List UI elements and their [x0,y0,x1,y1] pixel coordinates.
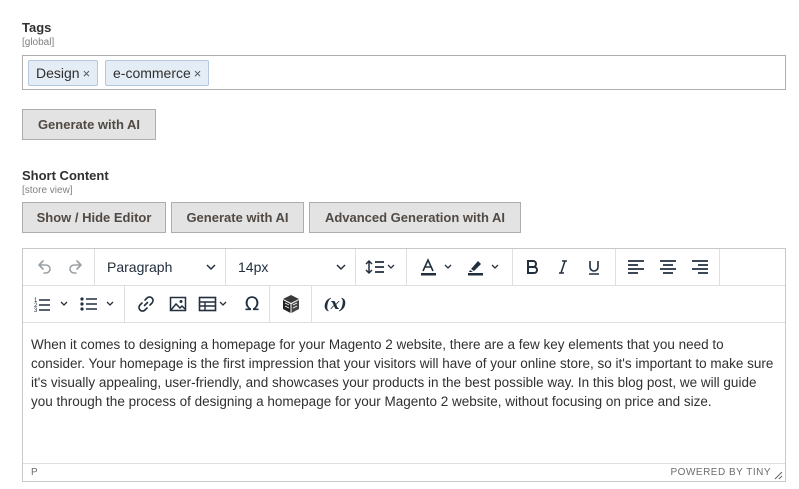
resize-handle-icon[interactable] [774,471,783,480]
block-format-select[interactable]: Paragraph [107,253,217,281]
generate-ai-button[interactable]: Generate with AI [171,202,304,233]
widget-icon[interactable] [278,290,304,318]
list-group: 1 2 3 [23,286,125,322]
tags-scope: [global] [22,37,55,48]
widget-group [270,286,312,322]
editor-content[interactable]: When it comes to designing a homepage fo… [31,335,779,411]
tags-generate-ai-button[interactable]: Generate with AI [22,109,156,140]
text-color-icon[interactable] [417,253,459,281]
tag-label: e-commerce [113,65,191,81]
powered-by-tiny-link[interactable]: POWERED BY TINY [671,467,771,478]
toolbar-row-2: 1 2 3 Ω (x) [23,286,785,323]
line-height-group [356,249,407,285]
svg-text:3: 3 [34,308,38,313]
redo-icon[interactable] [63,253,89,281]
short-content-scope: [store view] [22,185,73,196]
editor-statusbar: P POWERED BY TINY [23,463,785,481]
history-group [23,249,95,285]
bullet-list-icon[interactable] [77,290,121,318]
rich-text-editor: Paragraph 14px 1 2 3 Ω (x) When it comes… [22,248,786,482]
chevron-down-icon [205,261,217,273]
underline-icon[interactable] [581,253,607,281]
format-group [513,249,616,285]
numbered-list-icon[interactable]: 1 2 3 [31,290,75,318]
link-icon[interactable] [133,290,159,318]
chevron-down-icon [335,261,347,273]
advanced-generation-ai-button[interactable]: Advanced Generation with AI [309,202,521,233]
table-icon[interactable] [197,290,235,318]
font-size-value: 14px [238,259,269,275]
align-group [616,249,720,285]
align-center-icon[interactable] [654,253,682,281]
highlight-icon[interactable] [463,253,507,281]
tag-remove-button[interactable]: × [83,66,91,81]
tags-label: Tags [22,20,52,35]
tag-label: Design [36,65,80,81]
special-char-icon[interactable]: Ω [239,290,265,318]
align-left-icon[interactable] [622,253,650,281]
tag-e-commerce: e-commerce × [105,60,210,86]
block-format-group: Paragraph [95,249,226,285]
tags-input[interactable]: Design × e-commerce × [22,55,786,90]
font-size-select[interactable]: 14px [238,253,347,281]
italic-icon[interactable] [550,253,576,281]
bold-icon[interactable] [519,253,545,281]
block-format-value: Paragraph [107,259,173,275]
variable-icon[interactable]: (x) [320,290,350,318]
variable-group: (x) [312,286,356,322]
tag-design: Design × [28,60,99,86]
color-group [407,249,513,285]
element-path[interactable]: P [31,467,38,478]
tag-remove-button[interactable]: × [194,66,202,81]
font-size-group: 14px [226,249,356,285]
toolbar-row-1: Paragraph 14px [23,249,785,286]
short-content-label: Short Content [22,168,109,183]
image-icon[interactable] [165,290,191,318]
line-height-icon[interactable] [364,253,402,281]
align-right-icon[interactable] [686,253,714,281]
undo-icon[interactable] [31,253,57,281]
insert-group: Ω [125,286,270,322]
show-hide-editor-button[interactable]: Show / Hide Editor [22,202,166,233]
